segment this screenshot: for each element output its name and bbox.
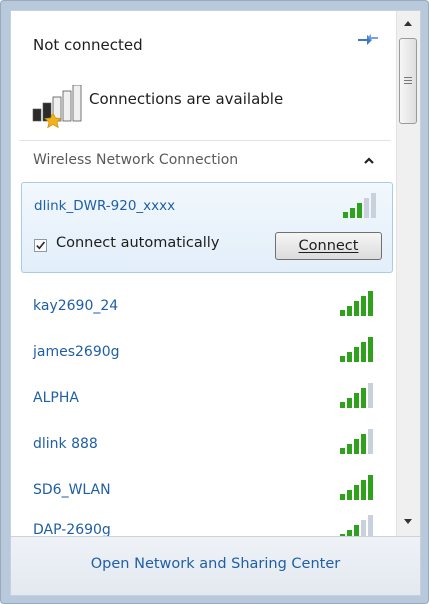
network-name: kay2690_24 [33,298,119,314]
network-item[interactable]: DAP-2690g [21,511,393,536]
network-name: DAP-2690g [33,522,111,536]
signal-strength-icon [343,193,376,218]
vertical-scrollbar[interactable] [396,11,420,536]
section-title: Wireless Network Connection [33,152,239,168]
selected-network-name: dlink_DWR-920_xxxx [34,198,176,214]
open-network-sharing-center-link[interactable]: Open Network and Sharing Center [11,556,420,572]
section-divider [19,140,391,141]
network-name: SD6_WLAN [33,482,111,498]
connect-automatically-label[interactable]: Connect automatically [56,235,219,251]
network-name: ALPHA [33,390,79,406]
network-list-viewport: Not connected Connections are available … [11,11,395,536]
connections-available-text: Connections are available [89,90,284,108]
scroll-down-arrow-icon[interactable] [397,511,419,531]
selected-network-item[interactable]: dlink_DWR-920_xxxx Connect automatically… [21,182,393,273]
connection-status-title: Not connected [33,36,143,54]
network-name: dlink 888 [33,436,98,452]
signal-strength-icon [340,337,373,362]
signal-strength-icon [340,429,373,454]
scroll-up-arrow-icon[interactable] [397,14,419,34]
connect-button[interactable]: Connect [275,232,382,260]
network-item[interactable]: SD6_WLAN [21,471,393,515]
network-item[interactable]: james2690g [21,333,393,377]
signal-strength-icon [340,515,373,536]
connect-automatically-checkbox[interactable] [34,239,47,252]
chevron-up-icon[interactable] [362,154,376,166]
network-available-icon [32,85,82,129]
network-flyout-panel: Not connected Connections are available … [10,10,421,596]
network-item[interactable]: ALPHA [21,379,393,423]
network-name: james2690g [33,344,120,360]
signal-strength-icon [340,291,373,316]
footer-bar: Open Network and Sharing Center [11,536,420,595]
network-item[interactable]: kay2690_24 [21,287,393,331]
checkmark-icon [36,241,46,250]
network-item[interactable]: dlink 888 [21,425,393,469]
scrollbar-thumb[interactable] [399,38,417,124]
signal-strength-icon [340,475,373,500]
grip-icon [404,77,412,84]
signal-strength-icon [340,383,373,408]
refresh-icon[interactable] [355,31,381,49]
network-flyout-frame: Not connected Connections are available … [0,0,429,604]
